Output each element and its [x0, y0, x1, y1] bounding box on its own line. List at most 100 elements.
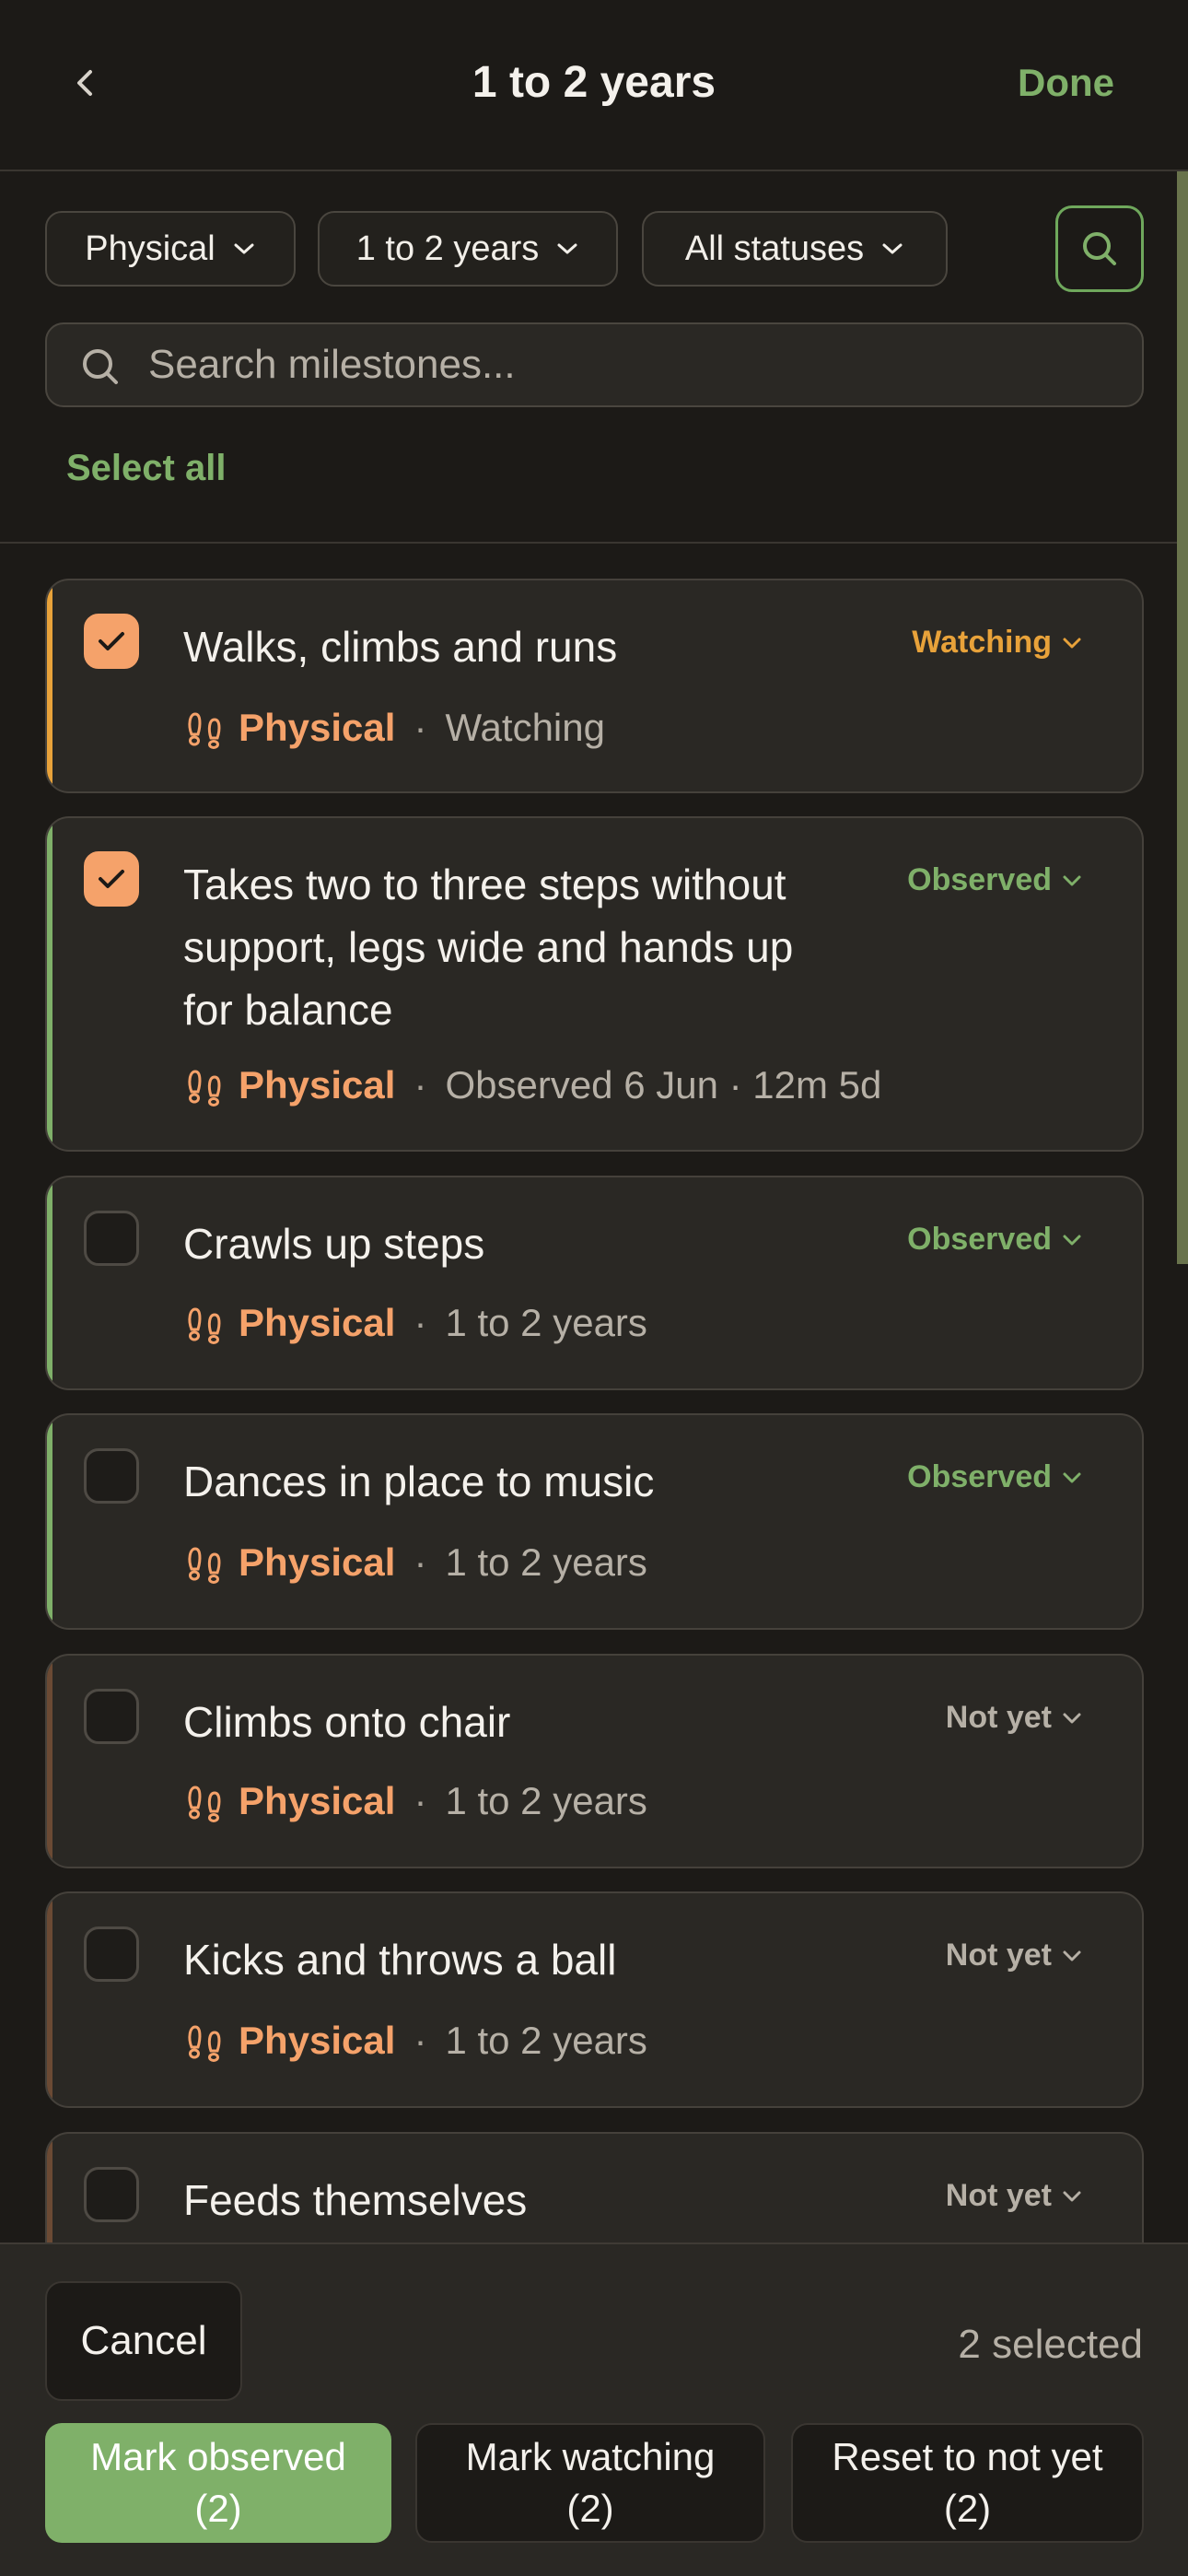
- status-dropdown[interactable]: Watching: [912, 625, 1083, 661]
- mark-observed-button[interactable]: Mark observed (2): [45, 2423, 391, 2543]
- milestone-card[interactable]: Climbs onto chair Not yet Physical · 1 t…: [45, 1654, 1144, 1868]
- milestone-checkbox[interactable]: [84, 1926, 139, 1982]
- status-dropdown[interactable]: Not yet: [946, 1700, 1083, 1736]
- milestone-meta-text: 1 to 2 years: [445, 1540, 647, 1584]
- milestone-title: Climbs onto chair: [183, 1698, 511, 1746]
- milestone-checkbox[interactable]: [84, 1211, 139, 1266]
- search-toggle-button[interactable]: [1055, 205, 1144, 292]
- category-label: Physical: [239, 1779, 396, 1822]
- chevron-down-icon: [234, 243, 254, 254]
- milestone-meta-text: Watching: [445, 706, 605, 749]
- milestone-meta: Physical · 1 to 2 years: [183, 1301, 647, 1345]
- mark-observed-count: (2): [194, 2487, 242, 2530]
- status-accent-bar: [47, 1177, 52, 1388]
- milestone-title: Walks, climbs and runs: [183, 623, 618, 671]
- status-accent-bar: [47, 1415, 52, 1628]
- page-title: 1 to 2 years: [472, 58, 716, 107]
- status-accent-bar: [47, 1656, 52, 1867]
- status-accent-bar: [47, 1893, 52, 2106]
- milestone-meta: Physical · 1 to 2 years: [183, 1540, 647, 1585]
- status-dropdown[interactable]: Observed: [907, 1459, 1083, 1495]
- chevron-down-icon: [1063, 1713, 1081, 1723]
- milestone-title: Dances in place to music: [183, 1458, 655, 1505]
- age-filter-label: 1 to 2 years: [355, 228, 540, 268]
- chevron-down-icon: [1063, 1235, 1081, 1245]
- chevron-down-icon: [1063, 875, 1081, 885]
- search-field[interactable]: [45, 322, 1144, 407]
- separator-dot: ·: [413, 1779, 427, 1822]
- search-icon: [78, 345, 122, 393]
- separator-dot: ·: [413, 1301, 427, 1344]
- mark-observed-label: Mark observed: [90, 2435, 346, 2478]
- category-label: Physical: [239, 2019, 396, 2062]
- milestone-checkbox[interactable]: [84, 851, 139, 907]
- reset-count: (2): [943, 2487, 992, 2530]
- cancel-button[interactable]: Cancel: [45, 2281, 242, 2401]
- footprints-icon: [188, 1070, 221, 1107]
- select-all-button[interactable]: Select all: [66, 448, 226, 489]
- milestone-card[interactable]: Kicks and throws a ball Not yet Physical…: [45, 1891, 1144, 2108]
- milestone-card[interactable]: Dances in place to music Observed Physic…: [45, 1413, 1144, 1630]
- footprints-icon: [188, 1786, 221, 1822]
- status-dropdown[interactable]: Observed: [907, 862, 1083, 898]
- status-label: Observed: [907, 1222, 1052, 1257]
- selected-count: 2 selected: [958, 2322, 1143, 2367]
- status-accent-bar: [47, 818, 52, 1150]
- status-filter-dropdown[interactable]: All statuses: [642, 211, 948, 287]
- milestone-checkbox[interactable]: [84, 1448, 139, 1504]
- chevron-down-icon: [1063, 1472, 1081, 1482]
- done-button[interactable]: Done: [1018, 61, 1114, 105]
- milestone-checkbox[interactable]: [84, 1689, 139, 1744]
- milestone-checkbox[interactable]: [84, 614, 139, 669]
- top-bar: 1 to 2 years Done: [0, 0, 1188, 171]
- reset-label: Reset to not yet: [832, 2435, 1103, 2478]
- age-filter-dropdown[interactable]: 1 to 2 years: [318, 211, 618, 287]
- milestone-card[interactable]: Takes two to three steps without support…: [45, 816, 1144, 1152]
- status-label: Watching: [912, 625, 1052, 660]
- mark-watching-button[interactable]: Mark watching (2): [415, 2423, 765, 2543]
- milestone-meta-text: Observed 6 Jun · 12m 5d: [445, 1063, 882, 1107]
- milestone-meta: Physical · 1 to 2 years: [183, 1779, 647, 1823]
- milestone-checkbox[interactable]: [84, 2167, 139, 2222]
- milestone-card[interactable]: Crawls up steps Observed Physical · 1 to…: [45, 1176, 1144, 1390]
- milestone-meta: Physical · Observed 6 Jun · 12m 5d: [183, 1063, 881, 1107]
- separator-dot: ·: [413, 706, 427, 749]
- separator-dot: ·: [413, 1540, 427, 1584]
- status-label: Observed: [907, 1459, 1052, 1494]
- status-dropdown[interactable]: Not yet: [946, 2178, 1083, 2214]
- reset-not-yet-button[interactable]: Reset to not yet (2): [791, 2423, 1144, 2543]
- search-input[interactable]: [148, 324, 1115, 405]
- bulk-action-bar: Cancel 2 selected Mark observed (2) Mark…: [0, 2242, 1188, 2576]
- separator-dot: ·: [413, 2019, 427, 2062]
- category-filter-dropdown[interactable]: Physical: [45, 211, 296, 287]
- status-dropdown[interactable]: Not yet: [946, 1938, 1083, 1973]
- chevron-down-icon: [1063, 1950, 1081, 1961]
- check-icon: [99, 870, 124, 888]
- milestone-meta-text: 1 to 2 years: [445, 1779, 647, 1822]
- footprints-icon: [188, 1307, 221, 1344]
- status-label: Observed: [907, 862, 1052, 897]
- chevron-down-icon: [1063, 2191, 1081, 2201]
- scrollbar[interactable]: [1177, 171, 1188, 1264]
- search-icon: [1083, 232, 1116, 265]
- footprints-icon: [188, 712, 221, 749]
- status-filter-label: All statuses: [684, 228, 865, 268]
- check-icon: [99, 632, 124, 650]
- milestone-title: Kicks and throws a ball: [183, 1936, 617, 1984]
- milestone-meta-text: 1 to 2 years: [445, 2019, 647, 2062]
- status-label: Not yet: [945, 1700, 1052, 1735]
- milestone-meta: Physical · 1 to 2 years: [183, 2019, 647, 2063]
- status-dropdown[interactable]: Observed: [907, 1222, 1083, 1258]
- category-label: Physical: [239, 706, 396, 749]
- category-label: Physical: [239, 1063, 396, 1107]
- category-filter-label: Physical: [85, 228, 215, 268]
- milestone-meta: Physical · Watching: [183, 706, 605, 750]
- footprints-icon: [188, 1547, 221, 1584]
- status-accent-bar: [47, 580, 52, 791]
- milestone-title: Takes two to three steps without support…: [183, 861, 794, 1034]
- milestone-title: Crawls up steps: [183, 1220, 485, 1268]
- status-label: Not yet: [945, 2178, 1052, 2213]
- milestone-card[interactable]: Walks, climbs and runs Watching Physical…: [45, 579, 1144, 793]
- chevron-down-icon: [557, 243, 577, 254]
- milestone-meta-text: 1 to 2 years: [445, 1301, 647, 1344]
